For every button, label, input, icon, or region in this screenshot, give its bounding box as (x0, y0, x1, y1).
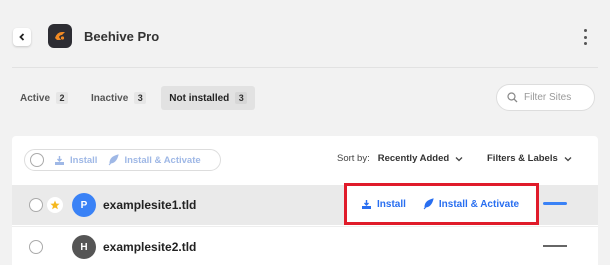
more-options-icon[interactable] (581, 29, 589, 45)
install-activate-label: Install & Activate (438, 198, 520, 210)
tab-label: Inactive (91, 92, 129, 104)
tab-label: Active (20, 92, 51, 104)
filter-sites-search[interactable] (496, 84, 595, 111)
chevron-down-icon (455, 156, 463, 161)
status-tabs: Active 2 Inactive 3 Not installed 3 (12, 86, 262, 110)
bulk-install-activate-button[interactable]: Install & Activate (107, 154, 201, 166)
bulk-install-activate-label: Install & Activate (124, 154, 201, 166)
chevron-down-icon (564, 156, 572, 161)
page-title: Beehive Pro (84, 29, 160, 44)
search-icon (507, 92, 518, 103)
app-logo (48, 24, 72, 48)
tab-count-badge: 2 (56, 92, 69, 104)
star-icon (50, 200, 60, 210)
avatar: H (72, 235, 96, 259)
sort-label: Sort by: (337, 153, 370, 164)
filters-labels-dropdown[interactable]: Filters & Labels (487, 153, 572, 164)
chevron-left-icon (19, 33, 25, 41)
avatar: P (72, 193, 96, 217)
tab-not-installed[interactable]: Not installed 3 (161, 86, 256, 110)
site-row[interactable]: H examplesite2.tld (12, 226, 598, 265)
bulk-install-label: Install (70, 154, 98, 166)
site-name[interactable]: examplesite2.tld (103, 240, 196, 254)
filter-sites-input[interactable] (524, 92, 594, 103)
status-indicator (543, 202, 567, 205)
back-button[interactable] (13, 28, 31, 46)
filters-label: Filters & Labels (487, 153, 558, 164)
header: Beehive Pro (0, 0, 610, 68)
tab-label: Not installed (169, 92, 230, 104)
install-button[interactable]: Install (361, 199, 406, 210)
tab-count-badge: 3 (235, 92, 248, 104)
tab-active[interactable]: Active 2 (12, 86, 76, 110)
bulk-install-button[interactable]: Install (54, 155, 97, 166)
row-actions-highlight: Install Install & Activate (344, 183, 539, 225)
status-indicator (543, 245, 567, 247)
beehive-logo-icon (55, 32, 65, 40)
install-activate-button[interactable]: Install & Activate (422, 198, 519, 210)
favorite-star-icon[interactable] (47, 197, 63, 213)
tab-count-badge: 3 (134, 92, 147, 104)
install-label: Install (377, 198, 406, 210)
download-icon (55, 155, 64, 165)
site-select-checkbox[interactable] (29, 198, 43, 212)
site-select-checkbox[interactable] (29, 240, 43, 254)
sort-control[interactable]: Sort by: Recently Added (337, 153, 463, 164)
download-icon (362, 199, 371, 209)
header-divider (12, 67, 598, 68)
select-all-checkbox[interactable] (30, 153, 44, 167)
bulk-actions-bar: Install Install & Activate (24, 149, 221, 171)
site-name[interactable]: examplesite1.tld (103, 198, 196, 212)
sort-value: Recently Added (377, 153, 450, 164)
feather-icon (109, 154, 120, 166)
tab-inactive[interactable]: Inactive 3 (83, 86, 154, 110)
feather-icon (423, 198, 434, 210)
